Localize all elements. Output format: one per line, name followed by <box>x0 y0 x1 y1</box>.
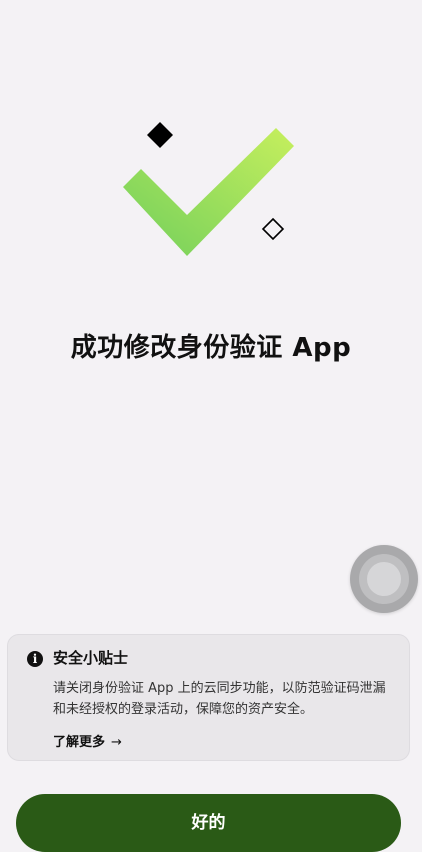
tip-body: 请关闭身份验证 App 上的云同步功能，以防范验证码泄漏和未经授权的登录活动，保… <box>53 681 386 717</box>
learn-more-label: 了解更多 <box>53 735 106 750</box>
ok-button[interactable]: 好的 <box>16 794 401 852</box>
info-icon: i <box>27 651 43 667</box>
arrow-right-icon: → <box>111 735 122 750</box>
tip-title: 安全小贴士 <box>53 649 129 667</box>
success-illustration <box>0 0 422 300</box>
outline-diamond-icon <box>261 217 285 241</box>
success-illustration-svg <box>123 122 294 256</box>
page-title: 成功修改身份验证 App <box>70 333 352 363</box>
assistive-touch-core <box>367 562 401 596</box>
filled-diamond-icon <box>147 122 173 148</box>
security-tip-card: i 安全小贴士 请关闭身份验证 App 上的云同步功能，以防范验证码泄漏和未经授… <box>7 634 410 761</box>
assistive-touch-button[interactable] <box>350 545 418 613</box>
learn-more-link[interactable]: 了解更多 → <box>53 731 122 750</box>
checkmark-icon <box>123 128 294 256</box>
